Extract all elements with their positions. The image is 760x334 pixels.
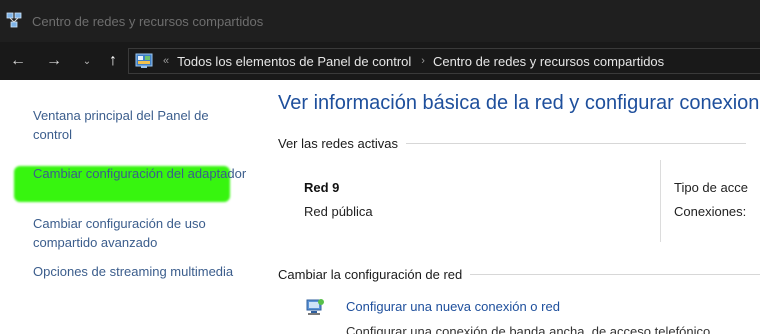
address-overflow-icon[interactable]: « bbox=[163, 55, 169, 67]
recent-locations-chevron-icon[interactable]: ⌄ bbox=[80, 50, 94, 72]
network-type: Red pública bbox=[304, 204, 373, 219]
vertical-divider bbox=[660, 160, 661, 242]
network-center-icon bbox=[6, 12, 22, 28]
sidebar-item-change-adapter-settings[interactable]: Cambiar configuración del adaptador bbox=[33, 164, 248, 183]
title-bar: Centro de redes y recursos compartidos bbox=[0, 0, 760, 42]
window-title: Centro de redes y recursos compartidos bbox=[32, 14, 264, 29]
page-title: Ver información básica de la red y confi… bbox=[278, 92, 760, 114]
left-task-pane: Ventana principal del Panel de control C… bbox=[0, 80, 262, 334]
breadcrumb-all-control-panel-items[interactable]: Todos los elementos de Panel de control bbox=[177, 54, 411, 69]
sidebar-item-advanced-sharing-settings[interactable]: Cambiar configuración de uso compartido … bbox=[33, 214, 248, 252]
forward-arrow-icon[interactable]: → bbox=[44, 50, 64, 72]
control-panel-icon bbox=[135, 53, 153, 68]
main-content: Ver información básica de la red y confi… bbox=[262, 80, 760, 334]
section-divider bbox=[470, 274, 760, 275]
network-name: Red 9 bbox=[304, 180, 340, 195]
breadcrumb-network-sharing-center[interactable]: Centro de redes y recursos compartidos bbox=[433, 54, 664, 69]
access-type-label: Tipo de acce bbox=[674, 180, 748, 195]
connections-label: Conexiones: bbox=[674, 204, 747, 219]
back-arrow-icon[interactable]: ← bbox=[8, 50, 28, 72]
change-network-settings-heading-label: Cambiar la configuración de red bbox=[278, 267, 463, 282]
navigation-bar: ← → ⌄ ↑ « Todos los elementos de Panel d… bbox=[0, 42, 760, 80]
address-bar[interactable]: « Todos los elementos de Panel de contro… bbox=[128, 48, 760, 74]
sidebar-item-media-streaming-options[interactable]: Opciones de streaming multimedia bbox=[33, 262, 248, 281]
section-divider bbox=[405, 143, 746, 144]
setup-new-connection-link[interactable]: Configurar una nueva conexión o red bbox=[346, 299, 560, 314]
network-setup-icon bbox=[306, 299, 324, 315]
active-networks-heading: Ver las redes activas bbox=[278, 136, 746, 151]
active-networks-heading-label: Ver las redes activas bbox=[278, 136, 398, 151]
up-arrow-icon[interactable]: ↑ bbox=[104, 50, 122, 72]
breadcrumb-separator-icon[interactable]: › bbox=[421, 55, 425, 67]
sidebar-item-control-panel-home[interactable]: Ventana principal del Panel de control bbox=[33, 106, 248, 144]
setup-description: Configurar una conexión de banda ancha, … bbox=[346, 324, 711, 334]
change-network-settings-heading: Cambiar la configuración de red bbox=[278, 267, 760, 282]
